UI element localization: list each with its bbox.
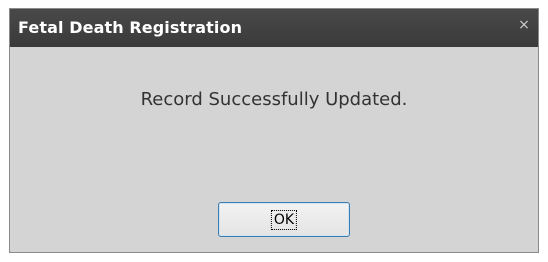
dialog-titlebar[interactable]: Fetal Death Registration × bbox=[10, 9, 538, 47]
message-dialog: Fetal Death Registration × Record Succes… bbox=[9, 8, 539, 253]
dialog-message: Record Successfully Updated. bbox=[140, 89, 408, 110]
close-icon[interactable]: × bbox=[516, 17, 532, 33]
dialog-title: Fetal Death Registration bbox=[18, 18, 243, 37]
ok-button[interactable]: OK bbox=[218, 202, 350, 237]
ok-button-label: OK bbox=[270, 209, 298, 230]
